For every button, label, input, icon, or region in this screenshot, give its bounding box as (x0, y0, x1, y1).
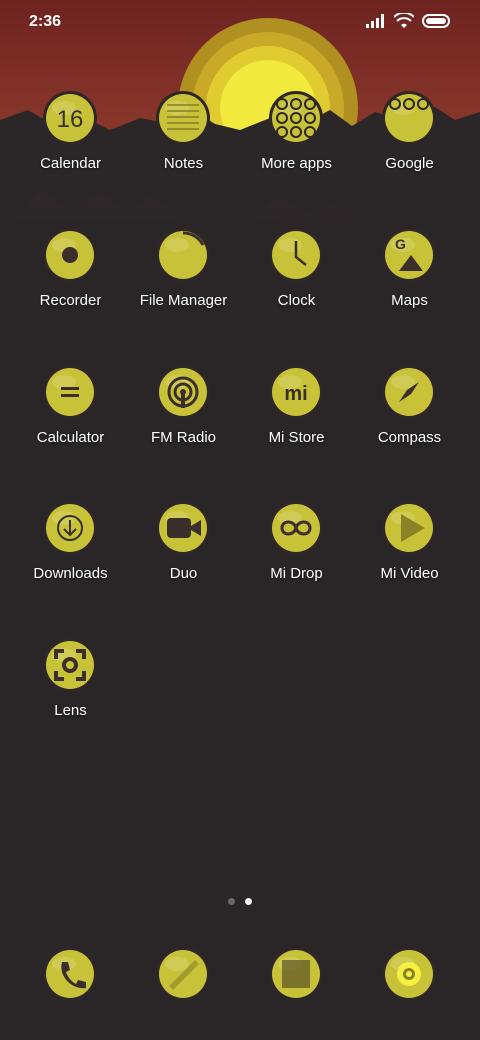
status-time: 2:36 (29, 13, 62, 30)
app-label: Downloads (33, 565, 108, 582)
app-label: Calculator (36, 429, 105, 446)
notes-icon (155, 90, 211, 146)
wifi-icon (394, 13, 414, 28)
compass-icon (381, 364, 437, 420)
app-file-manager[interactable]: File Manager (127, 227, 240, 347)
app-mi-store[interactable]: mi Mi Store (240, 364, 353, 484)
app-label: Compass (377, 429, 442, 446)
app-lens[interactable]: Lens (14, 637, 127, 757)
app-label: FM Radio (150, 429, 217, 446)
lens-icon (42, 637, 98, 693)
app-label: Mi Video (380, 565, 439, 582)
app-recorder[interactable]: Recorder (14, 227, 127, 347)
svg-text:mi: mi (284, 383, 307, 405)
google-folder-icon (381, 90, 437, 146)
clock-icon (268, 227, 324, 283)
play-icon (381, 500, 437, 556)
mi-store-icon: mi (268, 364, 324, 420)
app-calendar[interactable]: 16 Calendar (14, 90, 127, 210)
phone-icon (42, 946, 98, 1002)
gallery-icon (268, 946, 324, 1002)
messages-icon (155, 946, 211, 1002)
app-calculator[interactable]: Calculator (14, 364, 127, 484)
app-label: More apps (261, 155, 332, 172)
app-maps[interactable]: G Maps (353, 227, 466, 347)
dock-gallery[interactable] (240, 946, 353, 1006)
app-label: Lens (54, 702, 87, 719)
calculator-icon (42, 364, 98, 420)
app-label: Mi Store (268, 429, 325, 446)
app-duo[interactable]: Duo (127, 500, 240, 620)
status-bar: 2:36 (0, 0, 480, 44)
folder-icon (268, 90, 324, 146)
download-icon (42, 500, 98, 556)
dock-phone[interactable] (14, 946, 127, 1006)
app-label: Notes (163, 155, 204, 172)
page-dot-2[interactable] (245, 898, 252, 905)
app-label: Duo (169, 565, 198, 582)
video-camera-icon (155, 500, 211, 556)
maps-icon: G (381, 227, 437, 283)
calendar-icon: 16 (42, 90, 98, 146)
app-more-apps[interactable]: More apps (240, 90, 353, 210)
app-mi-video[interactable]: Mi Video (353, 500, 466, 620)
app-label: Recorder (39, 292, 102, 309)
camera-icon (381, 946, 437, 1002)
app-downloads[interactable]: Downloads (14, 500, 127, 620)
dock-camera[interactable] (353, 946, 466, 1006)
page-indicator (0, 898, 480, 905)
app-compass[interactable]: Compass (353, 364, 466, 484)
page-dot-1[interactable] (228, 898, 235, 905)
svg-text:16: 16 (57, 106, 84, 133)
file-manager-icon (155, 227, 211, 283)
app-fm-radio[interactable]: FM Radio (127, 364, 240, 484)
app-label: File Manager (139, 292, 228, 309)
battery-icon (422, 14, 450, 28)
dock-messages[interactable] (127, 946, 240, 1006)
app-label: Maps (391, 292, 428, 309)
infinity-icon (268, 500, 324, 556)
app-label: Calendar (40, 155, 101, 172)
app-label: Clock (277, 292, 316, 309)
app-notes[interactable]: Notes (127, 90, 240, 210)
app-clock[interactable]: Clock (240, 227, 353, 347)
app-mi-drop[interactable]: Mi Drop (240, 500, 353, 620)
app-google[interactable]: Google (353, 90, 466, 210)
radio-icon (155, 364, 211, 420)
signal-icon (366, 14, 384, 28)
app-label: Google (385, 155, 434, 172)
app-label: Mi Drop (270, 565, 323, 582)
svg-text:G: G (395, 236, 406, 252)
recorder-icon (42, 227, 98, 283)
